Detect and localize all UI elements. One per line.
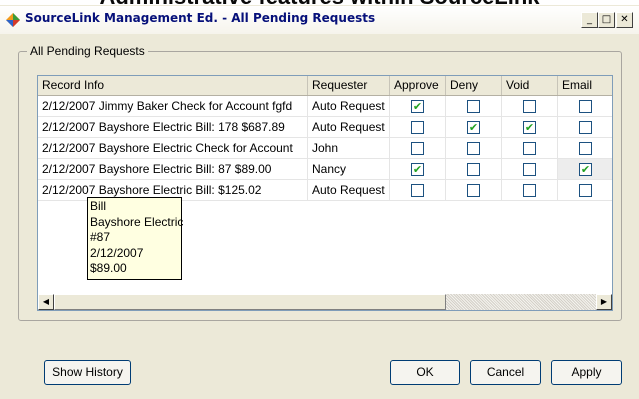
column-header-approve[interactable]: Approve xyxy=(390,76,446,95)
requester-cell: John xyxy=(308,138,390,159)
table-row[interactable]: 2/12/2007 Jimmy Baker Check for Account … xyxy=(38,96,612,117)
void-checkbox[interactable] xyxy=(523,163,536,176)
scroll-right-icon[interactable]: ▶ xyxy=(596,294,612,310)
table-row[interactable]: 2/12/2007 Bayshore Electric Bill: 178 $6… xyxy=(38,117,612,138)
maximize-button[interactable]: □ xyxy=(598,12,615,28)
email-checkbox[interactable] xyxy=(579,121,592,134)
requester-cell: Auto Request xyxy=(308,180,390,201)
approve-checkbox[interactable] xyxy=(411,142,424,155)
approve-checkbox[interactable] xyxy=(411,121,424,134)
tooltip-line: #87 xyxy=(90,230,111,245)
record-info-cell: 2/12/2007 Bayshore Electric Bill: 87 $89… xyxy=(38,159,308,180)
requester-cell: Auto Request xyxy=(308,117,390,138)
scrollbar-track[interactable] xyxy=(446,294,596,310)
record-info-cell: 2/12/2007 Bayshore Electric Check for Ac… xyxy=(38,138,308,159)
column-header-void[interactable]: Void xyxy=(502,76,558,95)
email-checkbox[interactable] xyxy=(579,184,592,197)
tooltip-line: $89.00 xyxy=(90,261,127,276)
deny-checkbox[interactable] xyxy=(467,142,480,155)
approve-checkbox[interactable]: ✔ xyxy=(411,163,424,176)
email-checkbox[interactable] xyxy=(579,100,592,113)
tooltip-line: 2/12/2007 xyxy=(90,245,144,260)
deny-checkbox[interactable] xyxy=(467,184,480,197)
close-button[interactable]: ✕ xyxy=(616,12,633,28)
approve-checkbox[interactable] xyxy=(411,184,424,197)
deny-checkbox[interactable] xyxy=(467,163,480,176)
requester-cell: Auto Request xyxy=(308,96,390,117)
ok-button[interactable]: OK xyxy=(390,360,460,385)
tooltip-line: Bill xyxy=(90,199,107,213)
void-checkbox[interactable] xyxy=(523,100,536,113)
email-checkbox[interactable]: ✔ xyxy=(579,163,592,176)
column-header-deny[interactable]: Deny xyxy=(446,76,502,95)
record-tooltip: Bill Bayshore Electric #87 2/12/2007 $89… xyxy=(87,197,184,280)
email-checkbox[interactable] xyxy=(579,142,592,155)
tooltip-line: Bayshore Electric xyxy=(90,214,184,229)
horizontal-scrollbar[interactable]: ◀ ▶ xyxy=(38,294,612,310)
groupbox-label: All Pending Requests xyxy=(27,44,148,58)
title-bar[interactable]: SourceLink Management Ed. - All Pending … xyxy=(0,6,639,34)
column-header-requester[interactable]: Requester xyxy=(308,76,390,95)
deny-checkbox[interactable] xyxy=(467,100,480,113)
record-info-cell: 2/12/2007 Bayshore Electric Bill: 178 $6… xyxy=(38,117,308,138)
table-row[interactable]: 2/12/2007 Bayshore Electric Bill: 87 $89… xyxy=(38,159,612,180)
cancel-button[interactable]: Cancel xyxy=(470,360,541,385)
approve-checkbox[interactable]: ✔ xyxy=(411,100,424,113)
requester-cell: Nancy xyxy=(308,159,390,180)
scroll-left-icon[interactable]: ◀ xyxy=(38,294,54,310)
minimize-button[interactable]: _ xyxy=(581,12,598,28)
window-title: SourceLink Management Ed. - All Pending … xyxy=(25,11,376,25)
sourcelink-app-icon xyxy=(5,12,21,28)
list-header: Record Info Requester Approve Deny Void … xyxy=(38,76,612,96)
void-checkbox[interactable] xyxy=(523,142,536,155)
table-row[interactable]: 2/12/2007 Bayshore Electric Check for Ac… xyxy=(38,138,612,159)
column-header-email[interactable]: Email xyxy=(558,76,612,95)
void-checkbox[interactable]: ✔ xyxy=(523,121,536,134)
void-checkbox[interactable] xyxy=(523,184,536,197)
scrollbar-thumb[interactable] xyxy=(54,294,446,310)
record-info-cell: 2/12/2007 Jimmy Baker Check for Account … xyxy=(38,96,308,117)
deny-checkbox[interactable]: ✔ xyxy=(467,121,480,134)
show-history-button[interactable]: Show History xyxy=(44,360,131,385)
apply-button[interactable]: Apply xyxy=(551,360,622,385)
column-header-record-info[interactable]: Record Info xyxy=(38,76,308,95)
